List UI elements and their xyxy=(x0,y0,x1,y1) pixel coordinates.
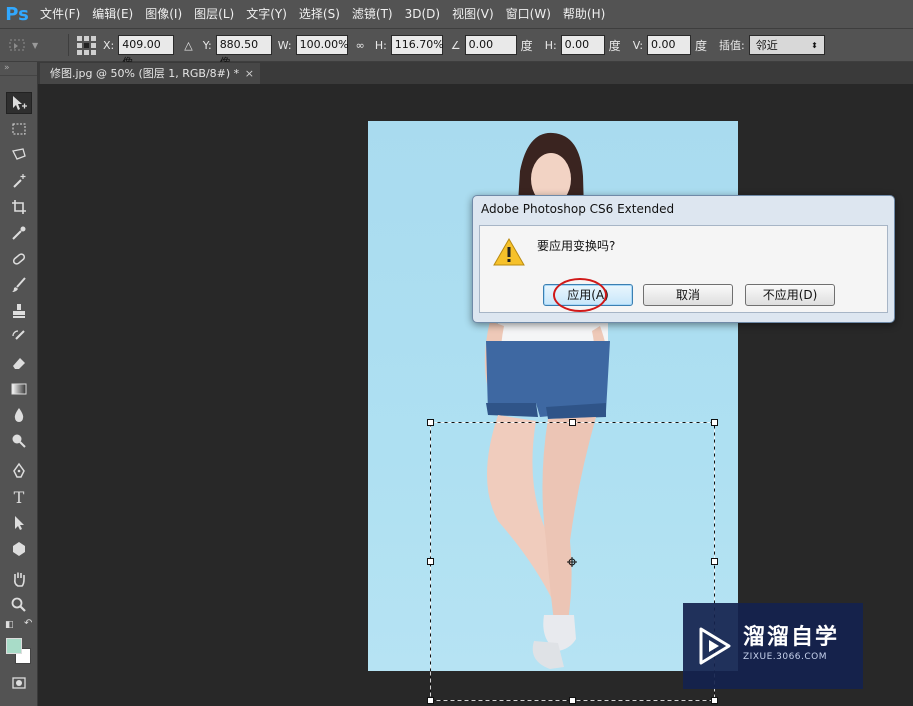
tool-preset-picker[interactable]: ▼ xyxy=(8,32,62,58)
highlight-circle-annotation xyxy=(553,278,607,312)
interpolation-select[interactable]: 邻近 ⬍ xyxy=(748,35,825,55)
dialog-body: 要应用变换吗? 应用(A) 取消 不应用(D) xyxy=(479,225,888,313)
menu-help[interactable]: 帮助(H) xyxy=(557,0,611,28)
dialog-message: 要应用变换吗? xyxy=(537,239,616,253)
skew-h-label: H: xyxy=(544,38,557,52)
dodge-tool-icon[interactable] xyxy=(6,430,32,452)
reference-point-grid[interactable] xyxy=(75,34,97,56)
menu-file[interactable]: 文件(F) xyxy=(34,0,86,28)
clone-stamp-icon[interactable] xyxy=(6,300,32,322)
skew-v-unit: 度 xyxy=(695,38,708,53)
dialog-title: Adobe Photoshop CS6 Extended xyxy=(481,202,675,216)
x-label: X: xyxy=(103,38,115,52)
path-selection-icon[interactable] xyxy=(6,512,32,534)
y-position-input[interactable]: 880.50 像 xyxy=(215,35,272,69)
menu-view[interactable]: 视图(V) xyxy=(446,0,500,28)
menu-type[interactable]: 文字(Y) xyxy=(240,0,293,28)
divider xyxy=(68,34,69,56)
lasso-tool-icon[interactable] xyxy=(6,144,32,166)
menu-edit[interactable]: 编辑(E) xyxy=(86,0,139,28)
quick-mask-icon[interactable] xyxy=(6,672,32,694)
cancel-button[interactable]: 取消 xyxy=(643,284,733,306)
menu-filter[interactable]: 滤镜(T) xyxy=(346,0,399,28)
eyedropper-icon[interactable] xyxy=(6,222,32,244)
shape-tool-icon[interactable] xyxy=(6,538,32,560)
magic-wand-icon[interactable] xyxy=(6,170,32,192)
toolbox-collapse[interactable]: » xyxy=(0,62,37,76)
menu-window[interactable]: 窗口(W) xyxy=(500,0,557,28)
w-label: W: xyxy=(277,38,292,52)
transform-tool-icon xyxy=(9,39,25,51)
type-tool-icon[interactable]: T xyxy=(6,486,32,508)
document-tab-bar: 修图.jpg @ 50% (图层 1, RGB/8#) * × xyxy=(38,62,913,84)
options-bar: ▼ X: 409.00 像 △ Y: 880.50 像 W: 100.00% ∞… xyxy=(0,28,913,69)
rotate-angle-input[interactable]: 0.00 xyxy=(464,35,517,55)
apply-transform-dialog: Adobe Photoshop CS6 Extended 要应用变换吗? 应用(… xyxy=(472,195,895,323)
y-label: Y: xyxy=(202,38,212,52)
history-brush-icon[interactable] xyxy=(6,326,32,348)
skew-v-input[interactable]: 0.00 xyxy=(647,35,692,55)
document-tab-label: 修图.jpg @ 50% (图层 1, RGB/8#) * xyxy=(50,67,240,80)
close-icon[interactable]: × xyxy=(245,63,254,84)
move-tool-icon[interactable] xyxy=(6,92,32,114)
swap-colors-icon[interactable]: ↶ xyxy=(24,618,32,629)
angle-unit: 度 xyxy=(520,38,533,53)
hand-tool-icon[interactable] xyxy=(6,568,32,590)
angle-icon: ∠ xyxy=(450,38,461,52)
play-logo-icon xyxy=(699,627,731,665)
warning-icon xyxy=(493,237,525,266)
skew-h-unit: 度 xyxy=(608,38,621,53)
document-tab[interactable]: 修图.jpg @ 50% (图层 1, RGB/8#) * × xyxy=(40,63,260,84)
pen-tool-icon[interactable] xyxy=(6,460,32,482)
delta-icon[interactable]: △ xyxy=(184,39,192,52)
toolbox: » T ◧ ↶ xyxy=(0,62,38,706)
watermark-subtitle: ZIXUE.3066.COM xyxy=(743,652,828,662)
marquee-tool-icon[interactable] xyxy=(6,118,32,140)
x-position-input[interactable]: 409.00 像 xyxy=(118,35,175,69)
link-icon[interactable]: ∞ xyxy=(356,39,365,52)
chevron-down-icon: ▼ xyxy=(32,40,39,50)
crop-tool-icon[interactable] xyxy=(6,196,32,218)
interpolation-value: 邻近 xyxy=(755,39,778,52)
zoom-tool-icon[interactable] xyxy=(6,594,32,616)
healing-brush-icon[interactable] xyxy=(6,248,32,270)
blur-tool-icon[interactable] xyxy=(6,404,32,426)
menu-layer[interactable]: 图层(L) xyxy=(188,0,240,28)
menu-image[interactable]: 图像(I) xyxy=(139,0,188,28)
h-label: H: xyxy=(374,38,387,52)
height-input[interactable]: 116.70% xyxy=(390,35,444,55)
gradient-tool-icon[interactable] xyxy=(6,378,32,400)
brush-tool-icon[interactable] xyxy=(6,274,32,296)
watermark-title: 溜溜自学 xyxy=(743,625,840,650)
foreground-color-swatch[interactable] xyxy=(6,638,22,654)
menu-bar: Ps 文件(F) 编辑(E) 图像(I) 图层(L) 文字(Y) 选择(S) 滤… xyxy=(0,0,913,28)
default-colors-icon[interactable]: ◧ xyxy=(5,620,14,630)
photoshop-logo: Ps xyxy=(5,3,29,25)
updown-icon: ⬍ xyxy=(811,40,818,50)
menu-3d[interactable]: 3D(D) xyxy=(399,0,446,28)
menu-select[interactable]: 选择(S) xyxy=(293,0,346,28)
dont-apply-button[interactable]: 不应用(D) xyxy=(745,284,835,306)
width-input[interactable]: 100.00% xyxy=(295,35,349,55)
eraser-icon[interactable] xyxy=(6,352,32,374)
interpolation-label: 插值: xyxy=(719,39,745,52)
watermark-logo: 溜溜自学 ZIXUE.3066.COM xyxy=(683,603,863,689)
skew-v-label: V: xyxy=(632,38,644,52)
skew-h-input[interactable]: 0.00 xyxy=(560,35,605,55)
